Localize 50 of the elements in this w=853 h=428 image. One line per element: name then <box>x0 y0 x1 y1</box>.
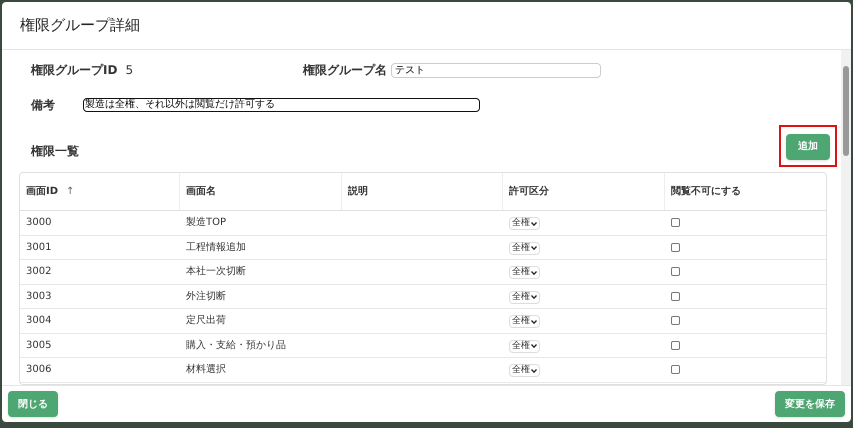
table-cell: 定尺出荷 <box>186 315 226 326</box>
permission-select[interactable]: 全権 <box>509 340 540 353</box>
table-cell: 材料選択 <box>186 364 226 376</box>
permission-select[interactable]: 全権 <box>509 290 540 304</box>
field-label: 備考 <box>31 97 56 114</box>
column-header[interactable]: 閲覧不可にする <box>671 184 741 199</box>
column-header[interactable]: 説明 <box>348 184 368 199</box>
checkbox[interactable] <box>671 242 680 252</box>
column-header[interactable]: 画面ID <box>26 184 58 199</box>
chevron-down-icon <box>531 270 537 275</box>
table-cell: 購入・支給・預かり品 <box>186 340 286 351</box>
table-cell: 3005 <box>26 340 52 351</box>
permission-select[interactable]: 全権 <box>509 315 540 328</box>
checkbox[interactable] <box>671 340 680 350</box>
field-label: 権限グループ名 <box>303 62 388 79</box>
chevron-down-icon <box>531 246 537 250</box>
table-cell: 3004 <box>26 315 52 326</box>
checkbox[interactable] <box>671 218 680 228</box>
table-cell: 3000 <box>26 217 52 228</box>
section-title: 権限一覧 <box>31 143 79 160</box>
column-header[interactable]: 許可区分 <box>509 184 549 199</box>
permission-select[interactable]: 全権 <box>509 217 540 230</box>
column-header[interactable]: 画面名 <box>186 184 216 199</box>
chevron-down-icon <box>531 320 537 324</box>
checkbox[interactable] <box>671 292 680 301</box>
chevron-down-icon <box>531 222 537 226</box>
field-value: 5 <box>125 62 134 79</box>
table-cell: 外注切断 <box>186 290 226 302</box>
table-cell: 製造TOP <box>186 217 226 228</box>
table-cell: 3006 <box>26 364 52 376</box>
table-cell: 3001 <box>26 242 52 253</box>
field-label: 権限グループID <box>31 62 118 79</box>
sort-icon[interactable]: ↑ <box>66 184 74 199</box>
table-cell: 3003 <box>26 290 52 302</box>
group-name-field[interactable]: テスト <box>391 62 602 78</box>
dialog-title: 権限グループ詳細 <box>20 15 140 36</box>
chevron-down-icon <box>531 344 537 348</box>
chevron-down-icon <box>531 295 537 300</box>
checkbox[interactable] <box>671 365 680 374</box>
remarks-field[interactable]: 製造は全権、それ以外は閲覧だけ許可する <box>83 98 480 112</box>
table-cell: 3002 <box>26 266 52 278</box>
scrollbar[interactable] <box>841 50 851 385</box>
checkbox[interactable] <box>671 316 680 326</box>
checkbox[interactable] <box>671 267 680 276</box>
permission-select[interactable]: 全権 <box>509 242 540 255</box>
table-cell: 工程情報追加 <box>186 242 246 253</box>
table-cell: 本社一次切断 <box>186 266 246 278</box>
permission-select[interactable]: 全権 <box>509 266 540 280</box>
permission-select[interactable]: 全権 <box>509 364 540 378</box>
chevron-down-icon <box>531 368 537 373</box>
